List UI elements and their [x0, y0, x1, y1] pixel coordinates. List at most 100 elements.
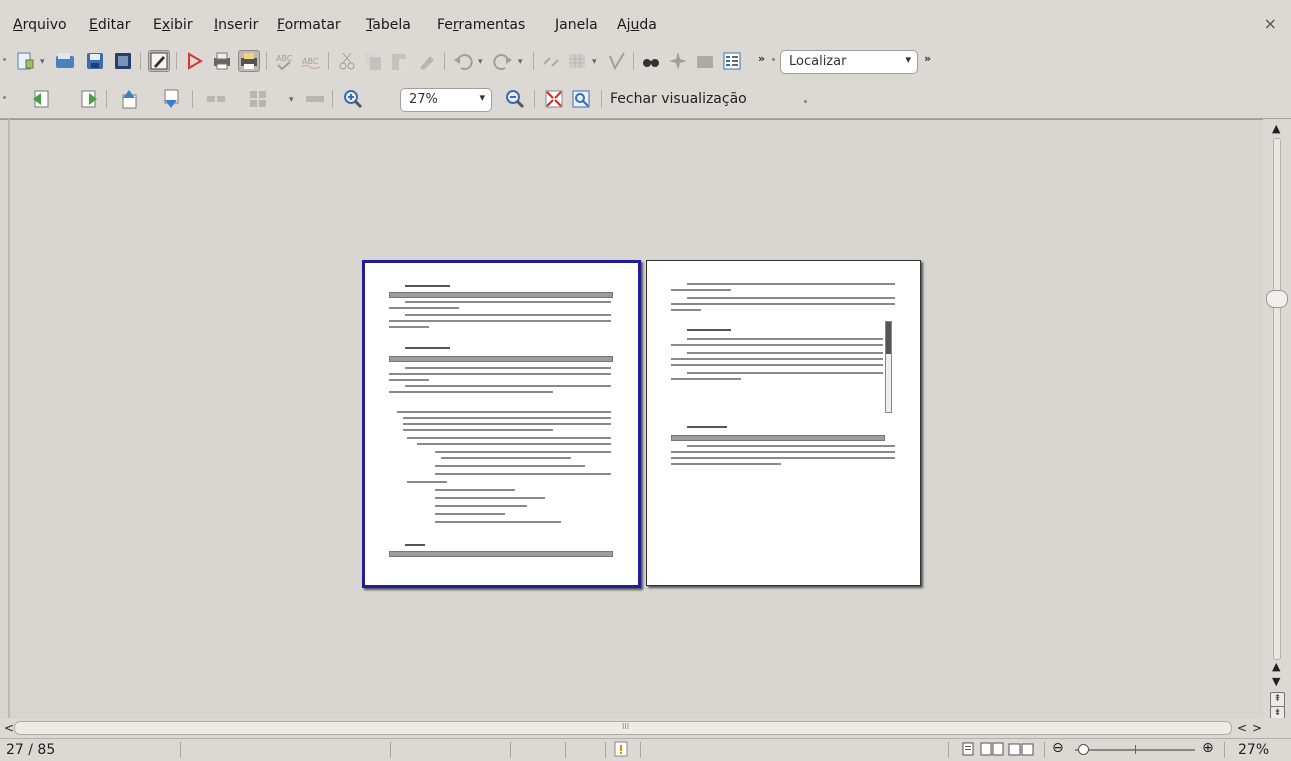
- toolbar-grip[interactable]: [3, 58, 6, 61]
- undo-icon[interactable]: [452, 50, 474, 72]
- scroll-up-icon[interactable]: ▲: [1272, 122, 1280, 135]
- chevron-down-icon[interactable]: ▾: [478, 57, 483, 67]
- text-line: [671, 463, 781, 465]
- preview-page-left[interactable]: [362, 260, 641, 588]
- scroll-left-icon[interactable]: <: [1237, 721, 1247, 735]
- text-line: [389, 307, 459, 309]
- menu-ferramentas[interactable]: Ferramentas: [437, 17, 525, 33]
- find-input[interactable]: Localizar: [789, 54, 846, 69]
- menu-formatar[interactable]: Formatar: [277, 17, 341, 33]
- separator: [106, 90, 107, 108]
- find-replace-icon[interactable]: [640, 50, 662, 72]
- save-as-icon[interactable]: [112, 50, 134, 72]
- scroll-left-icon[interactable]: <: [4, 721, 14, 735]
- toolbar-grip[interactable]: [772, 58, 775, 61]
- edit-mode-icon[interactable]: [148, 50, 170, 72]
- print-preview-icon[interactable]: [238, 50, 260, 72]
- cut-icon[interactable]: [336, 50, 358, 72]
- zoom-slider-tick: [1135, 745, 1136, 754]
- status-divider: [390, 742, 391, 758]
- text-line: [435, 513, 505, 515]
- menu-arquivo[interactable]: Arquivo: [13, 17, 67, 33]
- chevron-down-icon[interactable]: ▾: [905, 53, 911, 66]
- text-line: [407, 481, 447, 483]
- chevron-down-icon[interactable]: ▾: [518, 57, 523, 67]
- separator: [328, 52, 329, 70]
- text-line: [671, 309, 701, 311]
- export-pdf-icon[interactable]: [184, 50, 206, 72]
- menu-tabela[interactable]: Tabela: [366, 17, 411, 33]
- document-modified-icon[interactable]: [613, 741, 629, 757]
- previous-page-icon[interactable]: [30, 88, 52, 110]
- paste-icon[interactable]: [389, 50, 411, 72]
- close-preview-button[interactable]: Fechar visualização: [610, 91, 747, 107]
- multi-page-view-icon[interactable]: [980, 742, 1004, 756]
- zoom-slider-knob[interactable]: [1077, 744, 1089, 755]
- text-line: [389, 391, 553, 393]
- separator: [140, 52, 141, 70]
- open-icon[interactable]: [54, 50, 76, 72]
- menu-inserir[interactable]: Inserir: [214, 17, 258, 33]
- zoom-in-icon[interactable]: [342, 88, 364, 110]
- print-icon[interactable]: [211, 50, 233, 72]
- clone-format-icon[interactable]: [416, 50, 438, 72]
- spellcheck-icon[interactable]: ABC: [273, 50, 295, 72]
- close-document-icon[interactable]: ×: [1264, 14, 1277, 33]
- chevron-down-icon[interactable]: ▾: [40, 57, 45, 67]
- table-icon[interactable]: [566, 50, 588, 72]
- multiple-pages-icon[interactable]: [247, 88, 269, 110]
- gallery-icon[interactable]: [694, 50, 716, 72]
- scroll-down-icon[interactable]: ▼: [1272, 675, 1280, 688]
- autospell-icon[interactable]: ABC: [300, 50, 322, 72]
- save-icon[interactable]: [84, 50, 106, 72]
- first-page-icon[interactable]: [118, 88, 140, 110]
- show-draw-icon[interactable]: [606, 50, 628, 72]
- status-divider: [640, 742, 641, 758]
- zoom-in-status-icon[interactable]: ⊕: [1202, 740, 1214, 756]
- page-number-status[interactable]: 27 / 85: [6, 742, 55, 758]
- redo-icon[interactable]: [492, 50, 514, 72]
- scroll-grip-mark: III: [622, 722, 630, 731]
- new-document-icon[interactable]: [14, 50, 36, 72]
- menu-exibir[interactable]: Exibir: [153, 17, 193, 33]
- book-preview-icon[interactable]: [304, 88, 326, 110]
- menu-editar[interactable]: Editar: [89, 17, 130, 33]
- chevron-down-icon[interactable]: ▾: [289, 95, 294, 105]
- toolbar-grip[interactable]: [3, 96, 6, 99]
- find-combobox[interactable]: Localizar ▾: [780, 50, 918, 74]
- vertical-scroll-track[interactable]: [1273, 138, 1281, 660]
- full-screen-icon[interactable]: [543, 88, 565, 110]
- zoom-out-status-icon[interactable]: ⊖: [1052, 740, 1064, 756]
- zoom-out-icon[interactable]: [504, 88, 526, 110]
- toolbar-grip[interactable]: [804, 100, 807, 103]
- toolbar-overflow-icon[interactable]: »: [924, 52, 931, 65]
- copy-icon[interactable]: [362, 50, 384, 72]
- single-page-view-icon[interactable]: [960, 742, 976, 756]
- scroll-right-icon[interactable]: >: [1252, 721, 1262, 735]
- preview-page-right[interactable]: [646, 260, 921, 586]
- text-line: [435, 489, 515, 491]
- text-line: [687, 283, 895, 285]
- navigator-icon[interactable]: [667, 50, 689, 72]
- scroll-up-icon[interactable]: ▲: [1272, 660, 1280, 673]
- hyperlink-icon[interactable]: [540, 50, 562, 72]
- zoom-combobox[interactable]: 27% ▾: [400, 88, 492, 112]
- two-pages-icon[interactable]: [205, 88, 227, 110]
- zoom-percent-status[interactable]: 27%: [1238, 742, 1269, 758]
- menu-ajuda[interactable]: Ajuda: [617, 17, 657, 33]
- zoom-input[interactable]: 27%: [409, 92, 438, 107]
- vertical-scroll-thumb[interactable]: [1266, 290, 1288, 308]
- text-line: [389, 379, 429, 381]
- print-options-icon[interactable]: [570, 88, 592, 110]
- toolbar-overflow-icon[interactable]: »: [758, 52, 765, 65]
- text-line: [687, 372, 883, 374]
- chevron-down-icon[interactable]: ▾: [479, 91, 485, 104]
- menu-janela[interactable]: Janela: [555, 17, 598, 33]
- previous-page-scroll-button[interactable]: ⇞: [1270, 692, 1285, 707]
- data-sources-icon[interactable]: [721, 50, 743, 72]
- next-page-icon[interactable]: [78, 88, 100, 110]
- text-line: [671, 378, 741, 380]
- chevron-down-icon[interactable]: ▾: [592, 57, 597, 67]
- book-view-icon[interactable]: [1008, 742, 1034, 756]
- last-page-icon[interactable]: [160, 88, 182, 110]
